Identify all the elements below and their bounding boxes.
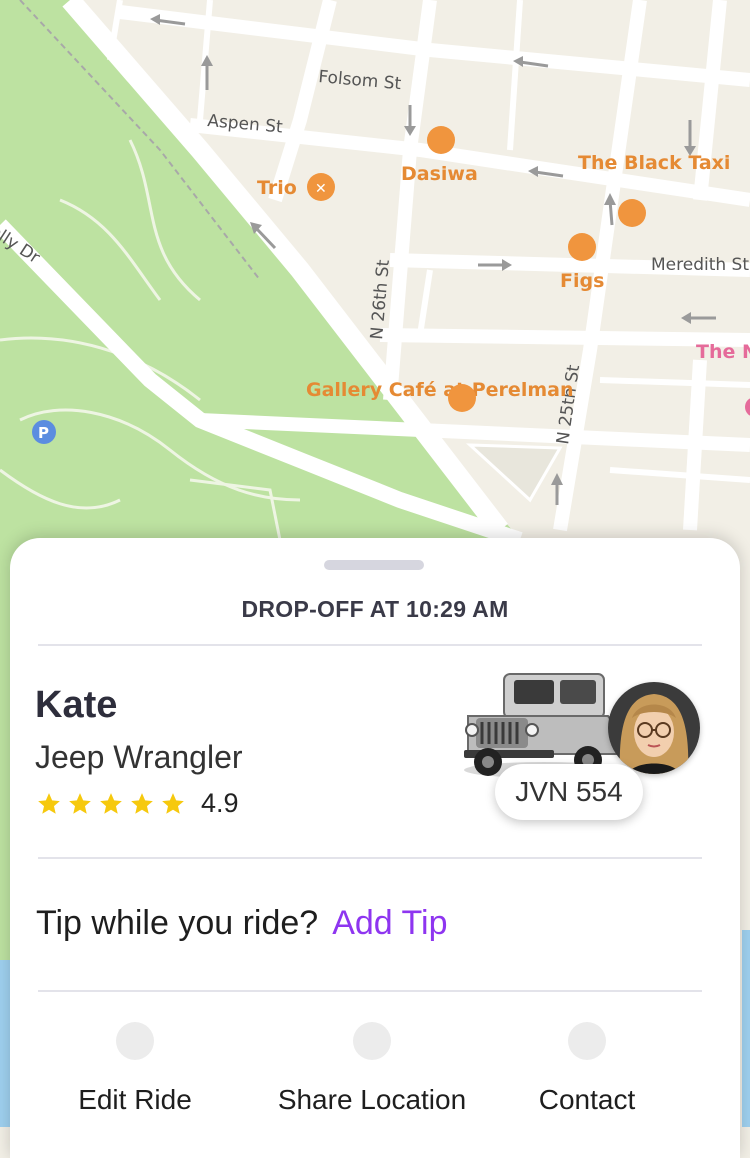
star-icon bbox=[131, 792, 153, 814]
divider bbox=[38, 990, 702, 992]
add-tip-link[interactable]: Add Tip bbox=[332, 904, 447, 942]
star-icon bbox=[162, 792, 184, 814]
share-location-button[interactable]: Share Location bbox=[272, 1022, 472, 1116]
parking-label: P bbox=[38, 424, 49, 442]
food-icon[interactable] bbox=[427, 126, 455, 154]
dropoff-time: DROP-OFF AT 10:29 AM bbox=[241, 596, 509, 622]
license-plate: JVN 554 bbox=[495, 764, 643, 820]
restaurant-icon-figs[interactable] bbox=[568, 233, 596, 261]
poi-label-figs: Figs bbox=[560, 270, 604, 292]
edit-ride-button[interactable]: Edit Ride bbox=[75, 1022, 195, 1116]
contact-button[interactable]: Contact bbox=[532, 1022, 642, 1116]
poi-label-trio: Trio bbox=[257, 177, 297, 199]
star-icon bbox=[38, 792, 60, 814]
cafe-icon[interactable] bbox=[448, 384, 476, 412]
water bbox=[742, 930, 750, 1127]
driver-avatar[interactable] bbox=[608, 682, 700, 774]
contact-label: Contact bbox=[538, 1084, 636, 1115]
fork-knife-glyph: ✕ bbox=[315, 181, 327, 197]
contact-icon bbox=[568, 1022, 606, 1060]
divider bbox=[38, 857, 702, 859]
sheet-drag-handle[interactable] bbox=[324, 560, 424, 570]
water-left bbox=[0, 960, 10, 1127]
poi-label-dasiwa: Dasiwa bbox=[401, 163, 478, 185]
street-label-meredith: Meredith St bbox=[651, 255, 749, 275]
poi-label-black-taxi: The Black Taxi bbox=[578, 152, 730, 174]
star-icon bbox=[69, 792, 91, 814]
edit-ride-label: Edit Ride bbox=[78, 1084, 192, 1115]
driver-avatar-illustration bbox=[608, 682, 700, 774]
vehicle-model: Jeep Wrangler bbox=[35, 739, 243, 775]
edit-icon bbox=[116, 1022, 154, 1060]
tip-row: Tip while you ride? Add Tip bbox=[36, 904, 448, 943]
driver-name: Kate bbox=[35, 684, 118, 726]
ride-details-sheet: DROP-OFF AT 10:29 AM Kate Jeep Wrangler … bbox=[10, 538, 740, 1158]
bar-icon[interactable] bbox=[618, 199, 646, 227]
divider bbox=[38, 644, 702, 646]
driver-rating: 4.9 bbox=[36, 788, 239, 819]
star-icon bbox=[100, 792, 122, 814]
share-location-label: Share Location bbox=[277, 1084, 467, 1115]
poi-label-nail: The Nail L bbox=[696, 341, 750, 363]
tip-question: Tip while you ride? bbox=[36, 904, 319, 942]
poi-label-gallery-cafe: Gallery Café at Perelman bbox=[306, 379, 573, 401]
rating-value: 4.9 bbox=[201, 788, 239, 818]
share-icon bbox=[353, 1022, 391, 1060]
